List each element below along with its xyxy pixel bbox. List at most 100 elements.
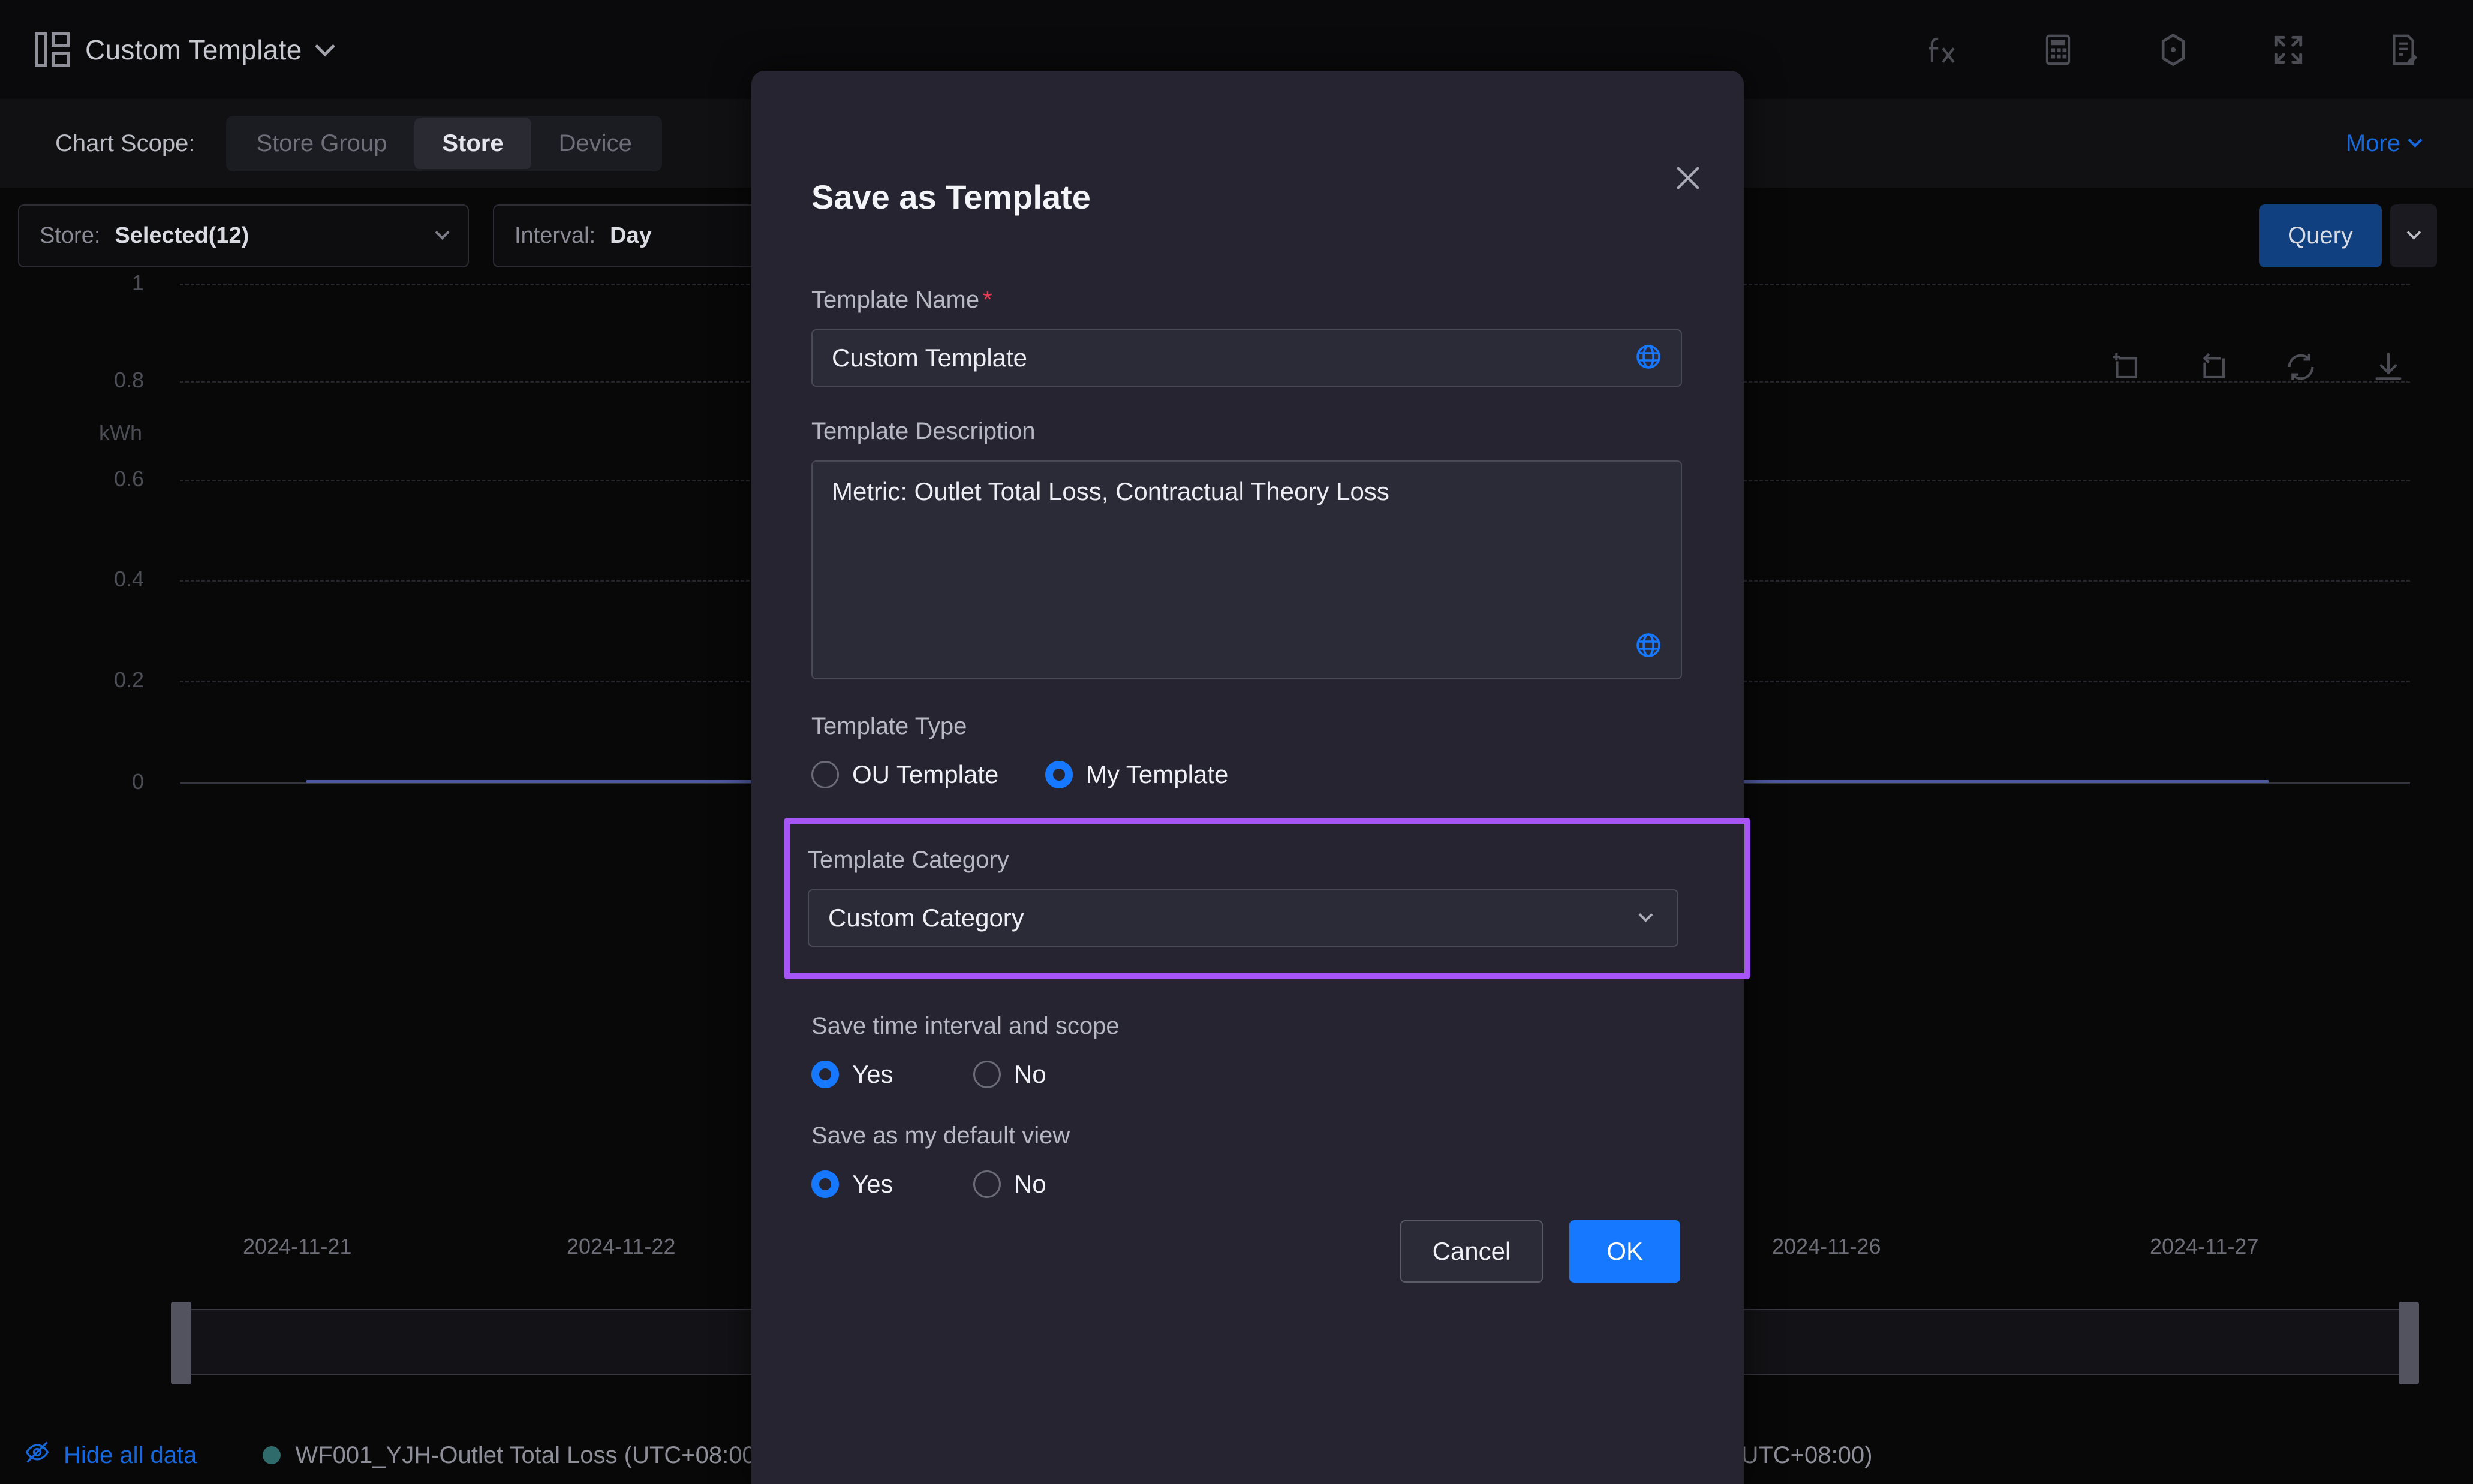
hexagon-shield-icon[interactable]: [2155, 31, 2192, 68]
store-filter-dropdown[interactable]: Store: Selected(12): [18, 204, 469, 267]
radio-label: OU Template: [852, 760, 998, 789]
dialog-footer: Cancel OK: [1400, 1220, 1680, 1283]
top-toolbar: [1924, 31, 2422, 68]
save-default-view-radio-group: Yes No: [811, 1170, 1682, 1199]
radio-dot: [973, 1170, 1001, 1198]
template-name-label: Template Name: [811, 287, 979, 313]
radio-dot-selected: [1045, 761, 1073, 788]
chevron-down-icon: [435, 225, 449, 240]
template-selector[interactable]: Custom Template: [35, 32, 332, 67]
restore-undo-icon[interactable]: [2196, 350, 2231, 384]
template-name-input[interactable]: Custom Template: [811, 329, 1682, 387]
more-link[interactable]: More: [2346, 130, 2420, 157]
radio-label: No: [1014, 1060, 1046, 1089]
save-as-template-dialog: Save as Template Template Name* Custom T…: [751, 71, 1744, 1484]
radio-dot: [811, 761, 839, 788]
radio-default-view-yes[interactable]: Yes: [811, 1170, 973, 1199]
zoom-select-icon[interactable]: [2108, 350, 2143, 384]
template-category-value: Custom Category: [828, 904, 1024, 932]
y-tick-08: 0.8: [36, 368, 144, 393]
template-type-radio-group: OU Template My Template: [811, 760, 1682, 789]
template-category-group: Template Category Custom Category: [808, 847, 1726, 947]
document-edit-icon[interactable]: [2385, 31, 2422, 68]
y-tick-04: 0.4: [36, 567, 144, 592]
radio-label: Yes: [852, 1060, 893, 1089]
radio-default-view-no[interactable]: No: [973, 1170, 1046, 1199]
eye-off-icon: [24, 1439, 50, 1471]
zoom-slider-handle-left[interactable]: [171, 1302, 191, 1384]
chart-scope-label: Chart Scope:: [55, 130, 195, 157]
legend-item-label: WF001_YJH-Outlet Total Loss (UTC+08:00): [295, 1442, 763, 1469]
save-interval-scope-group: Save time interval and scope Yes No: [811, 1013, 1682, 1089]
formula-fx-icon[interactable]: [1924, 31, 1961, 68]
radio-my-template[interactable]: My Template: [1045, 760, 1228, 789]
x-tick-label: 2024-11-26: [1772, 1234, 1881, 1259]
more-label: More: [2346, 130, 2400, 157]
template-category-label: Template Category: [808, 847, 1009, 873]
globe-translate-icon[interactable]: [1634, 342, 1663, 374]
chevron-down-icon: [2408, 133, 2422, 147]
globe-translate-icon[interactable]: [1634, 631, 1663, 663]
hide-all-data-button[interactable]: Hide all data: [24, 1439, 197, 1471]
template-description-group: Template Description Metric: Outlet Tota…: [811, 418, 1682, 679]
chevron-down-icon: [1638, 907, 1653, 922]
legend-item[interactable]: WF001_YJH-Outlet Total Loss (UTC+08:00): [263, 1442, 763, 1469]
radio-dot-selected: [811, 1061, 839, 1088]
template-type-group: Template Type OU Template My Template: [811, 713, 1682, 789]
refresh-icon[interactable]: [2284, 350, 2318, 384]
template-name-value: Custom Template: [832, 344, 1027, 372]
save-default-view-label: Save as my default view: [811, 1122, 1070, 1149]
radio-interval-no[interactable]: No: [973, 1060, 1046, 1089]
interval-filter-value: Day: [610, 223, 652, 249]
series-line: [1775, 780, 2269, 783]
save-interval-scope-radio-group: Yes No: [811, 1060, 1682, 1089]
radio-dot: [973, 1061, 1001, 1088]
cancel-button[interactable]: Cancel: [1400, 1220, 1544, 1283]
radio-label: Yes: [852, 1170, 893, 1199]
chevron-down-icon: [315, 36, 335, 56]
layout-icon: [35, 32, 70, 67]
y-tick-02: 0.2: [36, 667, 144, 693]
store-filter-label: Store:: [40, 223, 100, 249]
y-tick-0: 0: [36, 769, 144, 794]
chart-toolbar: [2108, 350, 2406, 384]
ok-button[interactable]: OK: [1569, 1220, 1680, 1283]
template-description-textarea[interactable]: Metric: Outlet Total Loss, Contractual T…: [811, 460, 1682, 679]
y-tick-1: 1: [36, 270, 144, 296]
page-title: Custom Template: [85, 34, 302, 66]
download-icon[interactable]: [2371, 350, 2406, 384]
query-button[interactable]: Query: [2259, 204, 2382, 267]
radio-interval-yes[interactable]: Yes: [811, 1060, 973, 1089]
hide-all-data-label: Hide all data: [64, 1442, 197, 1469]
save-interval-scope-label: Save time interval and scope: [811, 1013, 1120, 1039]
template-description-value: Metric: Outlet Total Loss, Contractual T…: [832, 477, 1389, 505]
close-icon[interactable]: [1669, 159, 1707, 197]
required-asterisk: *: [983, 287, 992, 313]
radio-label: My Template: [1086, 760, 1228, 789]
radio-label: No: [1014, 1170, 1046, 1199]
chevron-down-icon: [2406, 225, 2421, 240]
table-calculator-icon[interactable]: [2039, 31, 2077, 68]
scope-segmented-control: Store Group Store Device: [226, 116, 661, 171]
store-filter-value: Selected(12): [115, 223, 249, 249]
zoom-slider-handle-right[interactable]: [2399, 1302, 2419, 1384]
template-name-group: Template Name* Custom Template: [811, 287, 1682, 387]
dialog-body: Template Name* Custom Template Template …: [811, 287, 1682, 1199]
query-dropdown-button[interactable]: [2390, 204, 2437, 267]
x-tick-label: 2024-11-22: [567, 1234, 675, 1259]
radio-dot-selected: [811, 1170, 839, 1198]
dialog-title: Save as Template: [811, 177, 1091, 216]
x-tick-label: 2024-11-21: [243, 1234, 351, 1259]
fullscreen-expand-icon[interactable]: [2270, 31, 2307, 68]
scope-option-store-group[interactable]: Store Group: [228, 118, 414, 169]
app-root: Custom Template: [0, 0, 2473, 1484]
scope-option-store[interactable]: Store: [414, 118, 531, 169]
x-tick-label: 2024-11-27: [2150, 1234, 2258, 1259]
radio-ou-template[interactable]: OU Template: [811, 760, 1045, 789]
template-type-label: Template Type: [811, 713, 967, 739]
template-category-select[interactable]: Custom Category: [808, 889, 1678, 947]
legend-color-dot: [263, 1446, 281, 1464]
scope-option-device[interactable]: Device: [531, 118, 660, 169]
save-default-view-group: Save as my default view Yes No: [811, 1122, 1682, 1199]
y-axis-unit: kWh: [99, 420, 142, 445]
